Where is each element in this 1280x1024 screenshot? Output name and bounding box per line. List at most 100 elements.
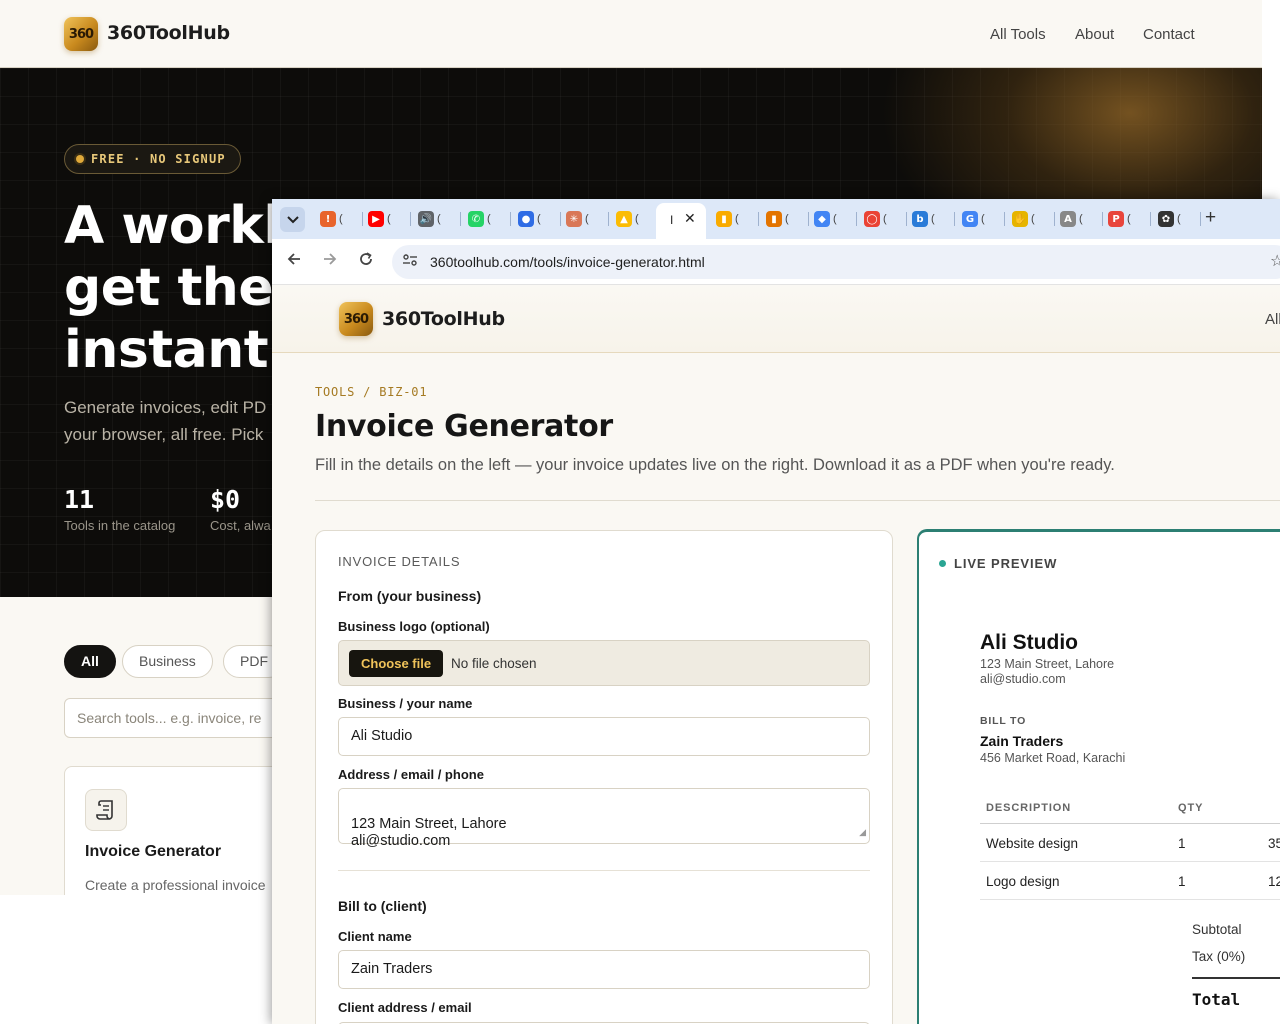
business-name-label: Business / your name xyxy=(338,696,473,711)
nav-link-all-tools[interactable]: All Tools xyxy=(990,26,1046,43)
business-name-input[interactable]: Ali Studio xyxy=(338,717,870,756)
preview-client-address: 456 Market Road, Karachi xyxy=(980,751,1126,765)
browser-tab[interactable]: 🔊( xyxy=(418,207,441,231)
table-row: Website design 1 35 xyxy=(980,824,1280,862)
back-arrow-icon[interactable] xyxy=(286,251,302,272)
preview-client-name: Zain Traders xyxy=(980,733,1064,749)
circle-app-icon: ◯ xyxy=(864,211,880,227)
free-badge: FREE · NO SIGNUP xyxy=(64,144,241,174)
logo-file-input[interactable]: Choose file No file chosen xyxy=(338,640,870,686)
browser-tab[interactable]: ✋( xyxy=(1012,207,1035,231)
site-brand-name[interactable]: 360ToolHub xyxy=(382,308,505,330)
table-header-row: DESCRIPTION QTY xyxy=(980,790,1280,824)
receipt-icon xyxy=(85,789,127,831)
tab-separator xyxy=(560,212,561,226)
tab-separator xyxy=(510,212,511,226)
tab-title-truncated: ( xyxy=(635,213,639,225)
tab-active-invoice-generator[interactable]: I ✕ xyxy=(656,203,706,239)
resize-grip-icon[interactable]: ◢ xyxy=(859,824,866,841)
bill-to-heading: Bill to (client) xyxy=(338,898,427,914)
browser-toolbar: 360toolhub.com/tools/invoice-generator.h… xyxy=(272,239,1280,285)
site-viewport: 360 360ToolHub All TOOLS / BIZ-01 Invoic… xyxy=(272,285,1280,1024)
site-logo-icon[interactable]: 360 xyxy=(339,302,373,336)
address-bar-url[interactable]: 360toolhub.com/tools/invoice-generator.h… xyxy=(430,254,705,270)
address-bar[interactable]: 360toolhub.com/tools/invoice-generator.h… xyxy=(392,245,1280,279)
filter-chip-all[interactable]: All xyxy=(64,645,116,678)
item-amount: 35 xyxy=(1268,836,1280,851)
tab-title-truncated: ( xyxy=(1177,213,1181,225)
tab-title-truncated: ( xyxy=(537,213,541,225)
tool-card-description: Create a professional invoice xyxy=(85,877,266,893)
tab-search-chevron-icon[interactable] xyxy=(280,207,305,232)
browser-tab[interactable]: b( xyxy=(912,207,935,231)
claude-icon: ✳ xyxy=(566,211,582,227)
site-header: 360 360ToolHub All xyxy=(272,285,1280,353)
close-icon[interactable]: ✕ xyxy=(684,210,696,227)
breadcrumb: TOOLS / BIZ-01 xyxy=(315,385,428,399)
site-logo-icon[interactable]: 360 xyxy=(64,17,98,51)
forward-arrow-icon[interactable] xyxy=(322,251,338,272)
youtube-icon: ▶ xyxy=(368,211,384,227)
total-divider xyxy=(1192,977,1280,979)
preview-business-address: 123 Main Street, Lahore ali@studio.com xyxy=(980,657,1115,686)
tab-title-truncated: ( xyxy=(387,213,391,225)
tool-card-title: Invoice Generator xyxy=(85,843,222,860)
nav-link-contact[interactable]: Contact xyxy=(1143,26,1195,43)
tab-separator xyxy=(460,212,461,226)
filter-chip-business[interactable]: Business xyxy=(122,645,213,678)
hand-icon: ✋ xyxy=(1012,211,1028,227)
badge-dot-icon xyxy=(76,155,84,163)
bing-icon: b xyxy=(912,211,928,227)
site-settings-icon[interactable] xyxy=(402,253,418,270)
file-status-text: No file chosen xyxy=(451,656,537,671)
address-label: Address / email / phone xyxy=(338,767,484,782)
forward-arrow-svg xyxy=(324,253,337,265)
preview-total-label: Total xyxy=(1192,990,1241,1009)
tab-strip: !(▶(🔊(✆(●(✳(▲(▮(▮(◆(◯(b(G(✋(A(P(✿( I ✕ + xyxy=(272,199,1280,239)
browser-tab[interactable]: ▲( xyxy=(616,207,639,231)
site-brand-name[interactable]: 360ToolHub xyxy=(107,22,230,44)
browser-tab[interactable]: ●( xyxy=(518,207,541,231)
whatsapp-icon: ✆ xyxy=(468,211,484,227)
browser-tab[interactable]: ▮( xyxy=(766,207,789,231)
item-qty: 1 xyxy=(1178,874,1186,889)
browser-tab[interactable]: ✆( xyxy=(468,207,491,231)
invoice-details-form: INVOICE DETAILS From (your business) Bus… xyxy=(315,530,893,1024)
preview-subtotal-label: Subtotal xyxy=(1192,922,1242,937)
browser-tab[interactable]: ◯( xyxy=(864,207,887,231)
browser-tab[interactable]: ◆( xyxy=(814,207,837,231)
tab-title-truncated: ( xyxy=(735,213,739,225)
browser-window: !(▶(🔊(✆(●(✳(▲(▮(▮(◆(◯(b(G(✋(A(P(✿( I ✕ +… xyxy=(272,199,1280,1024)
preview-business-name: Ali Studio xyxy=(980,631,1078,654)
choose-file-button[interactable]: Choose file xyxy=(349,650,444,677)
tab-title-truncated: ( xyxy=(981,213,985,225)
browser-tab[interactable]: ✳( xyxy=(566,207,589,231)
browser-tab[interactable]: A( xyxy=(1060,207,1083,231)
client-name-input[interactable]: Zain Traders xyxy=(338,950,870,989)
stat-label-cost: Cost, alwa xyxy=(210,518,271,533)
client-name-label: Client name xyxy=(338,929,412,944)
tune-svg xyxy=(403,254,417,266)
browser-tab[interactable]: ▶( xyxy=(368,207,391,231)
form-divider xyxy=(338,870,870,871)
browser-tab[interactable]: ▮( xyxy=(716,207,739,231)
table-row: Logo design 1 12 xyxy=(980,862,1280,900)
nav-link-about[interactable]: About xyxy=(1075,26,1114,43)
from-heading: From (your business) xyxy=(338,588,482,604)
browser-tab[interactable]: G( xyxy=(962,207,985,231)
analytics-icon: ▮ xyxy=(716,211,732,227)
tab-title-truncated: ( xyxy=(883,213,887,225)
browser-tab[interactable]: ✿( xyxy=(1158,207,1181,231)
logo-label: Business logo (optional) xyxy=(338,619,490,634)
free-badge-label: FREE · NO SIGNUP xyxy=(91,152,226,166)
browser-tab[interactable]: !( xyxy=(320,207,343,231)
new-tab-plus-icon[interactable]: + xyxy=(1205,207,1216,229)
page-description: Fill in the details on the left — your i… xyxy=(315,456,1115,474)
live-preview-panel: LIVE PREVIEW Ali Studio 123 Main Street,… xyxy=(917,529,1280,1024)
nav-link-all-tools[interactable]: All xyxy=(1265,311,1280,328)
address-textarea[interactable]: 123 Main Street, Lahore ali@studio.com ◢ xyxy=(338,788,870,849)
reload-icon[interactable] xyxy=(358,251,374,272)
bookmark-star-icon[interactable]: ☆ xyxy=(1270,251,1280,271)
browser-tab[interactable]: P( xyxy=(1108,207,1131,231)
tab-title-truncated: ( xyxy=(437,213,441,225)
